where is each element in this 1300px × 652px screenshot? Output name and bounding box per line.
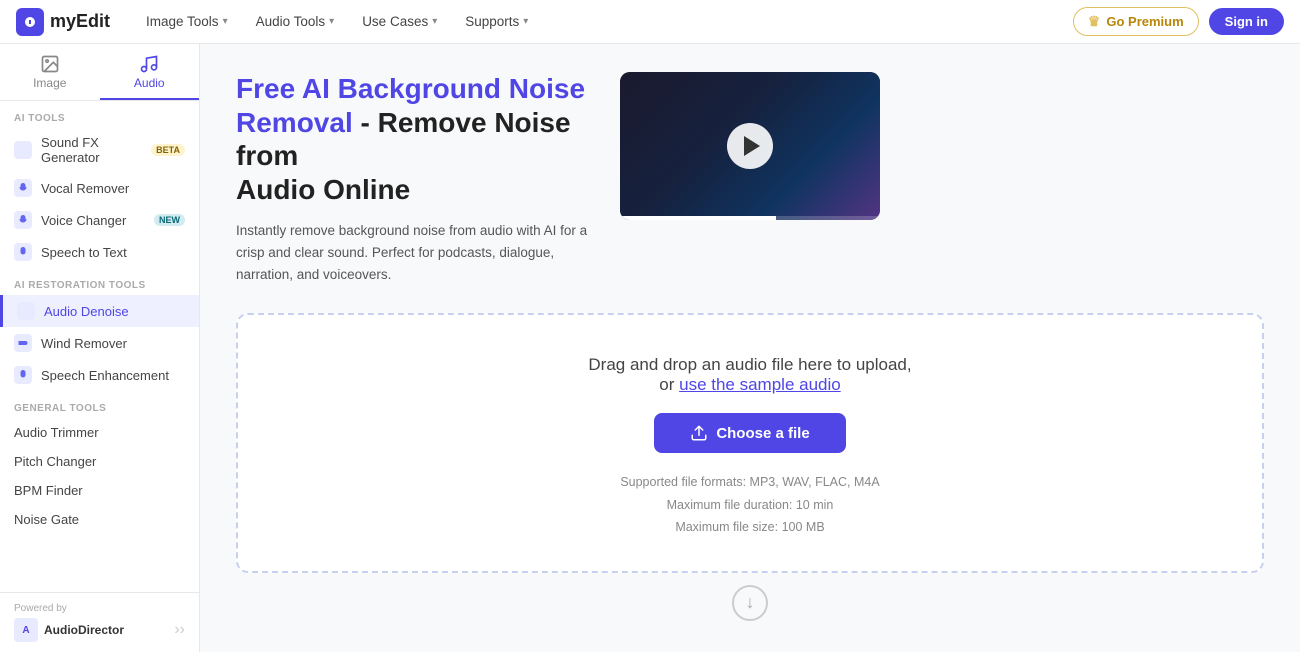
main-content: Free AI Background NoiseRemoval - Remove… — [200, 44, 1300, 652]
sidebar-item-sound-fx[interactable]: Sound FX Generator BETA — [0, 128, 199, 172]
sidebar-item-voice-changer[interactable]: Voice Changer NEW — [0, 204, 199, 236]
sidebar-item-speech-enhancement[interactable]: Speech Enhancement — [0, 359, 199, 391]
logo-text: myEdit — [50, 11, 110, 32]
chevron-down-icon: ▾ — [523, 16, 528, 27]
choose-file-button[interactable]: Choose a file — [654, 413, 845, 453]
logo[interactable]: myEdit — [16, 8, 110, 36]
wind-remover-icon — [14, 334, 32, 352]
chevron-down-icon: ▾ — [329, 16, 334, 27]
powered-by-section: Powered by A AudioDirector ›› — [0, 592, 199, 652]
play-button[interactable] — [727, 123, 773, 169]
sidebar-item-speech-to-text[interactable]: Speech to Text — [0, 236, 199, 268]
main-layout: Image Audio AI TOOLS Sound FX Generator … — [0, 44, 1300, 652]
audiodirector-icon: A — [14, 618, 38, 642]
nav-image-tools[interactable]: Image Tools ▾ — [134, 8, 240, 35]
chevron-right-icon: ›› — [174, 621, 185, 639]
go-premium-button[interactable]: ♛ Go Premium — [1073, 7, 1199, 36]
chevron-down-icon: ▾ — [223, 16, 228, 27]
tab-image[interactable]: Image — [0, 44, 100, 100]
sound-fx-icon — [14, 141, 32, 159]
scroll-down-icon: ↓ — [732, 585, 768, 621]
sample-audio-link[interactable]: use the sample audio — [679, 375, 841, 394]
hero-description: Instantly remove background noise from a… — [236, 220, 596, 285]
voice-changer-icon — [14, 211, 32, 229]
beta-badge: BETA — [151, 144, 185, 156]
crown-icon: ♛ — [1088, 13, 1101, 30]
nav-right: ♛ Go Premium Sign in — [1073, 7, 1284, 36]
nav-audio-tools[interactable]: Audio Tools ▾ — [244, 8, 347, 35]
upload-icon — [690, 424, 708, 442]
ai-restoration-label: AI RESTORATION TOOLS — [0, 268, 199, 295]
sidebar: Image Audio AI TOOLS Sound FX Generator … — [0, 44, 200, 652]
hero-section: Free AI Background NoiseRemoval - Remove… — [236, 72, 1264, 285]
audio-denoise-icon — [17, 302, 35, 320]
sidebar-item-audio-denoise[interactable]: Audio Denoise — [0, 295, 199, 327]
sign-in-button[interactable]: Sign in — [1209, 8, 1284, 35]
sidebar-item-pitch-changer[interactable]: Pitch Changer — [0, 447, 199, 476]
speech-enhancement-icon — [14, 366, 32, 384]
nav-use-cases[interactable]: Use Cases ▾ — [350, 8, 449, 35]
upload-drag-text: Drag and drop an audio file here to uplo… — [588, 355, 911, 395]
video-progress-bar — [620, 216, 880, 220]
sidebar-item-audio-trimmer[interactable]: Audio Trimmer — [0, 418, 199, 447]
sidebar-item-wind-remover[interactable]: Wind Remover — [0, 327, 199, 359]
general-tools-label: GENERAL TOOLS — [0, 391, 199, 418]
new-badge: NEW — [154, 214, 185, 226]
sidebar-tabs: Image Audio — [0, 44, 199, 101]
upload-section: Drag and drop an audio file here to uplo… — [236, 313, 1264, 573]
nav-items: Image Tools ▾ Audio Tools ▾ Use Cases ▾ … — [134, 8, 1073, 35]
nav-supports[interactable]: Supports ▾ — [453, 8, 540, 35]
vocal-remover-icon — [14, 179, 32, 197]
hero-video[interactable] — [620, 72, 880, 220]
ai-tools-label: AI TOOLS — [0, 101, 199, 128]
sidebar-item-bpm-finder[interactable]: BPM Finder — [0, 476, 199, 505]
powered-by-label: Powered by — [14, 603, 185, 614]
hero-title: Free AI Background NoiseRemoval - Remove… — [236, 72, 596, 206]
logo-icon — [16, 8, 44, 36]
upload-info: Supported file formats: MP3, WAV, FLAC, … — [620, 471, 879, 539]
sidebar-item-noise-gate[interactable]: Noise Gate — [0, 505, 199, 534]
tab-audio[interactable]: Audio — [100, 44, 200, 100]
hero-text: Free AI Background NoiseRemoval - Remove… — [236, 72, 596, 285]
speech-to-text-icon — [14, 243, 32, 261]
sidebar-item-vocal-remover[interactable]: Vocal Remover — [0, 172, 199, 204]
top-navigation: myEdit Image Tools ▾ Audio Tools ▾ Use C… — [0, 0, 1300, 44]
video-thumbnail — [620, 72, 880, 220]
video-progress-fill — [620, 216, 776, 220]
chevron-down-icon: ▾ — [432, 16, 437, 27]
audiodirector-logo[interactable]: A AudioDirector ›› — [14, 618, 185, 642]
scroll-indicator: ↓ — [236, 573, 1264, 625]
